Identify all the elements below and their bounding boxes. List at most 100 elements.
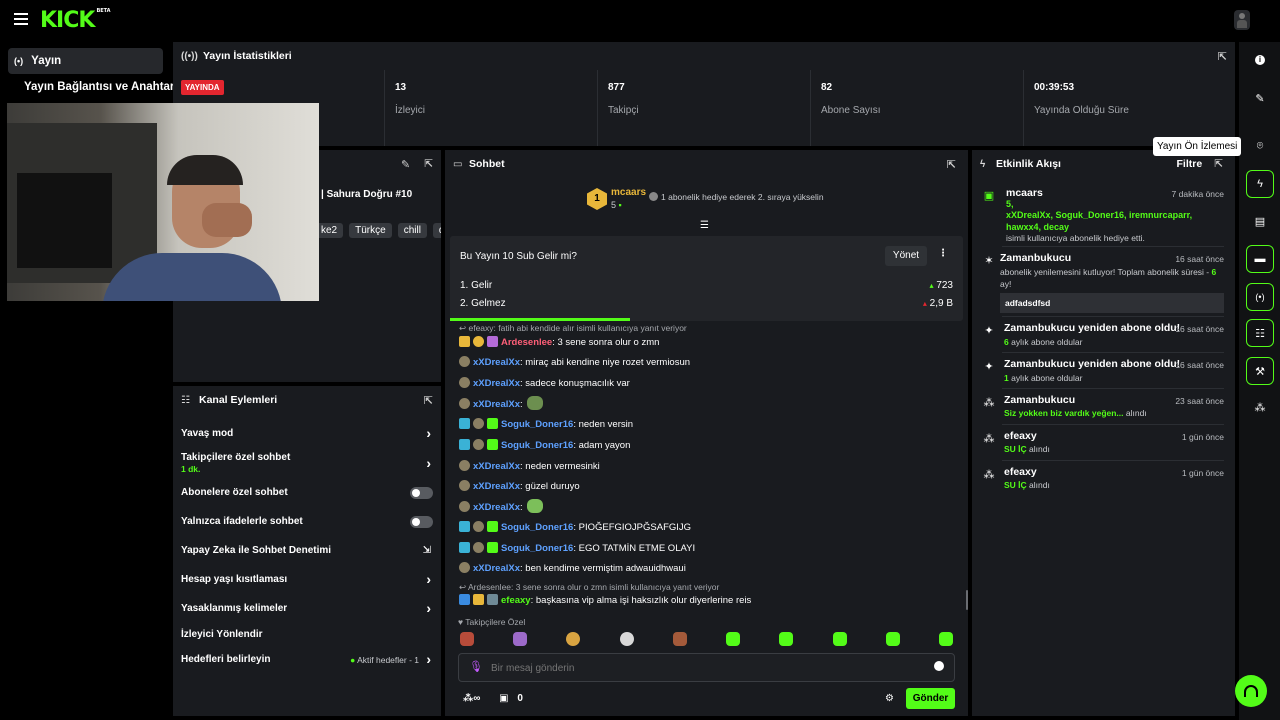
emote-icon[interactable] <box>833 632 847 646</box>
event-text: abonelik yenilemesini kutluyor! Toplam a… <box>1000 267 1212 277</box>
emote-icon[interactable] <box>886 632 900 646</box>
chat-message[interactable]: xXDrealXx: güzel duruyo <box>459 480 954 492</box>
chat-message[interactable]: xXDrealXx: neden vermesinki <box>459 460 954 472</box>
popout-icon[interactable]: ⇱ <box>947 158 956 171</box>
chat-username[interactable]: xXDrealXx <box>473 357 520 368</box>
tag[interactable]: ke2 <box>315 223 344 238</box>
action-emotes-only[interactable]: Yalnızca ifadelerle sohbet <box>181 516 433 528</box>
chat-message[interactable]: xXDrealXx: ben kendime vermiştim adwauid… <box>459 562 954 574</box>
filter-button[interactable]: Filtre <box>1177 158 1203 170</box>
chat-message[interactable]: xXDrealXx: miraç abi kendine niye rozet … <box>459 356 954 368</box>
activity-event[interactable]: ▣ 7 dakika önce mcaars 5, xXDrealXx, Sog… <box>978 187 1224 243</box>
activity-event[interactable]: ✦ 16 saat önce Zamanbukucu yeniden abone… <box>978 322 1224 347</box>
action-subscribers-only[interactable]: Abonelere özel sohbet <box>181 487 433 499</box>
document-icon[interactable]: ▤ <box>1246 207 1274 235</box>
chat-username[interactable]: xXDrealXx <box>473 481 520 492</box>
emote-icon[interactable] <box>939 632 953 646</box>
poll-option[interactable]: 1. Gelir <box>460 280 492 291</box>
send-button[interactable]: Gönder <box>906 688 955 709</box>
user-badge-icon <box>473 418 484 429</box>
pin-icon[interactable]: ☰ <box>700 220 709 231</box>
toggle-switch[interactable] <box>410 516 433 528</box>
edit-icon[interactable]: ✎ <box>401 158 410 171</box>
more-icon[interactable]: ⋮ <box>938 248 948 259</box>
chat-message[interactable]: Ardesenlee: 3 sene sonra olur o zmn <box>459 336 954 348</box>
poll-manage-button[interactable]: Yönet <box>885 246 927 266</box>
channel-actions-icon[interactable]: ☷ <box>1246 319 1274 347</box>
nav-item-stream-key[interactable]: Yayın Bağlantısı ve Anahtarı <box>24 81 178 93</box>
poll-value: 723 <box>936 280 953 291</box>
action-ai-moderation[interactable]: Yapay Zeka ile Sohbet Denetimi ⇲ <box>181 545 433 556</box>
action-followers-only[interactable]: Takipçilere özel sohbet 1 dk. › <box>181 452 433 474</box>
emote-icon[interactable] <box>566 632 580 646</box>
preview-icon[interactable]: ⌾ <box>1246 132 1274 160</box>
chat-message[interactable]: efeaxy: başkasına vip alma işi haksızlık… <box>459 594 954 606</box>
chat-message[interactable]: xXDrealXx: sadece konuşmacılık var <box>459 377 954 389</box>
activity-event[interactable]: ✶ 16 saat önce Zamanbukucu abonelik yeni… <box>978 252 1224 313</box>
chat-username[interactable]: Soguk_Doner16 <box>501 440 573 451</box>
channel-points[interactable]: ⁂∞ ▣ 0 <box>463 693 523 704</box>
chat-input-box[interactable]: 🎙 <box>458 653 955 682</box>
action-raid[interactable]: İzleyici Yönlendir <box>181 629 433 640</box>
emote-icon[interactable] <box>726 632 740 646</box>
chat-username[interactable]: Soguk_Doner16 <box>501 419 573 430</box>
popout-icon[interactable]: ⇱ <box>424 158 433 170</box>
microphone-icon[interactable]: 🎙 <box>469 660 483 673</box>
activity-event[interactable]: ⁂ 1 gün önce efeaxy SU İÇ alındı <box>978 466 1225 490</box>
popout-icon[interactable]: ⇱ <box>1214 158 1223 170</box>
chat-username[interactable]: xXDrealXx <box>473 563 520 574</box>
chat-username[interactable]: xXDrealXx <box>473 399 520 410</box>
lightning-icon[interactable]: ϟ <box>1246 170 1274 198</box>
points-icon: ⁂∞ <box>463 693 481 704</box>
emote-icon[interactable] <box>513 632 527 646</box>
chat-username[interactable]: xXDrealXx <box>473 502 520 513</box>
chat-message[interactable]: xXDrealXx: <box>459 499 954 517</box>
chat-username[interactable]: Soguk_Doner16 <box>501 543 573 554</box>
info-icon[interactable]: i <box>1246 46 1274 74</box>
action-goals[interactable]: Hedefleri belirleyin ● Aktif hedefler - 1… <box>181 651 433 667</box>
chat-bubble-icon[interactable]: ▬ <box>1246 245 1274 273</box>
emote-icon[interactable] <box>673 632 687 646</box>
poll-value: 2,9 B <box>929 298 953 309</box>
emote-icon[interactable] <box>620 632 634 646</box>
help-support-button[interactable] <box>1235 675 1267 707</box>
tag[interactable]: Türkçe <box>349 223 392 238</box>
chat-username[interactable]: xXDrealXx <box>473 378 520 389</box>
action-slow-mode[interactable]: Yavaş mod › <box>181 425 433 441</box>
edit-icon[interactable]: ✎ <box>1246 84 1274 112</box>
kick-logo[interactable]: KICK BETA <box>40 8 111 33</box>
action-account-age[interactable]: Hesap yaşı kısıtlaması › <box>181 571 433 587</box>
chat-message[interactable]: Soguk_Doner16: adam yayon <box>459 439 954 451</box>
activity-event[interactable]: ⁂ 23 saat önce Zamanbukucu Siz yokken bi… <box>978 394 1225 418</box>
nav-item-stream[interactable]: (•) Yayın <box>8 48 163 74</box>
avatar[interactable] <box>1234 10 1250 30</box>
chat-input[interactable] <box>491 659 911 677</box>
chat-message[interactable]: Soguk_Doner16: PIOĞEFGIOJPĞSAFGIJG <box>459 521 954 533</box>
toggle-switch[interactable] <box>410 487 433 499</box>
wrench-icon[interactable]: ⚒ <box>1246 357 1274 385</box>
sub-badge-icon <box>487 521 498 532</box>
chat-settings-icon[interactable]: ⚙ <box>885 693 894 704</box>
chat-username[interactable]: Soguk_Doner16 <box>501 522 573 533</box>
broadcast-icon[interactable]: (•) <box>1246 283 1274 311</box>
chat-message[interactable]: xXDrealXx: <box>459 396 954 414</box>
chat-message[interactable]: Soguk_Doner16: neden versin <box>459 418 954 430</box>
tag[interactable]: d <box>432 223 441 238</box>
points-icon[interactable]: ⁂ <box>1246 393 1274 421</box>
chat-scrollbar[interactable] <box>966 590 968 610</box>
poll-option[interactable]: 2. Gelmez <box>460 298 506 309</box>
emoji-picker-icon[interactable] <box>934 661 944 671</box>
activity-event[interactable]: ⁂ 1 gün önce efeaxy SU İÇ alındı <box>978 430 1225 454</box>
emote-icon[interactable] <box>779 632 793 646</box>
chat-message[interactable]: Soguk_Doner16: EGO TATMİN ETME OLAYI <box>459 542 954 554</box>
chat-username[interactable]: xXDrealXx <box>473 461 520 472</box>
popout-icon[interactable]: ⇱ <box>424 394 433 407</box>
menu-icon[interactable] <box>14 13 28 25</box>
popout-icon[interactable]: ⇱ <box>1218 50 1227 63</box>
chat-username[interactable]: efeaxy <box>501 595 531 606</box>
activity-event[interactable]: ✦ 16 saat önce Zamanbukucu yeniden abone… <box>978 358 1224 383</box>
emote-icon[interactable] <box>460 632 474 646</box>
chat-username[interactable]: Ardesenlee <box>501 337 552 348</box>
tag[interactable]: chill <box>397 223 427 238</box>
action-banned-words[interactable]: Yasaklanmış kelimeler › <box>181 600 433 616</box>
